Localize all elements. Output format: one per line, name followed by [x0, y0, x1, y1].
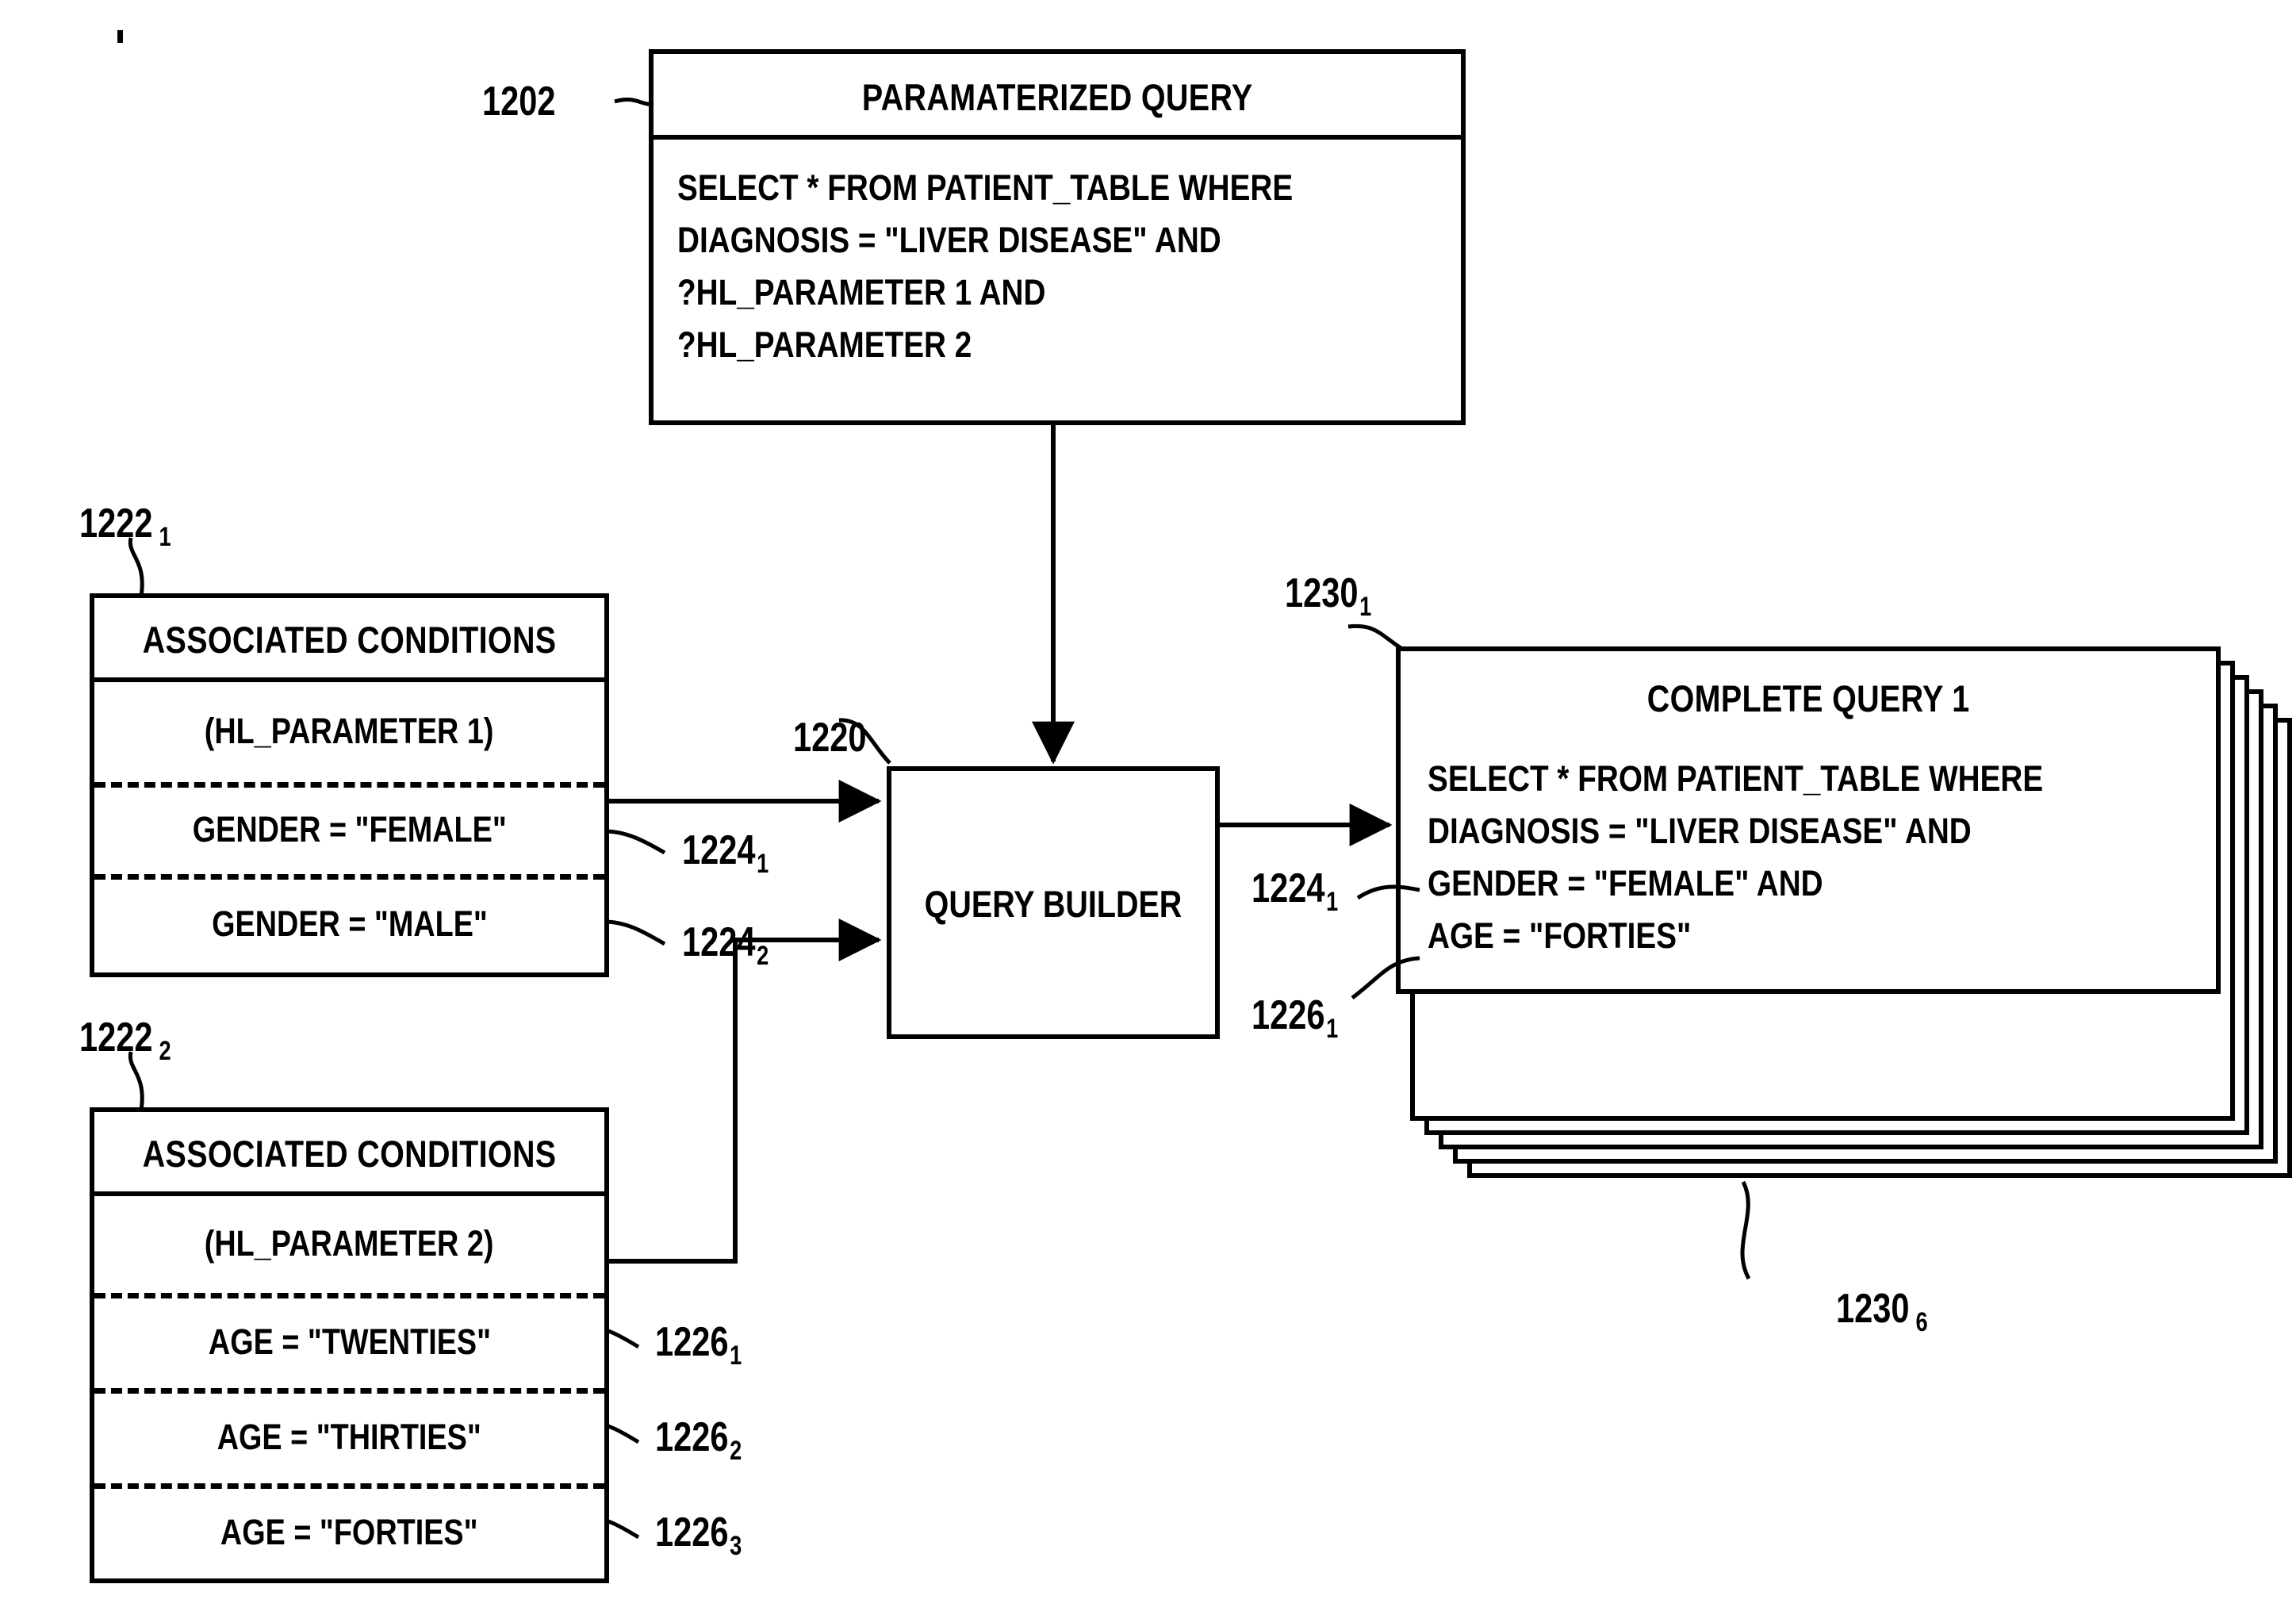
ref-1226-1-left-subscript: 1 — [730, 1341, 742, 1371]
ref-1230-1-number: 1230 — [1285, 570, 1359, 616]
ref-label-1230-1: 12301 — [1285, 570, 1371, 623]
complete-query-line-1: SELECT * FROM PATIENT_TABLE WHERE — [1428, 758, 2044, 799]
ref-1224-2-left-number: 1224 — [682, 919, 756, 965]
conditions-1-parameter: (HL_PARAMETER 1) — [205, 711, 494, 751]
ref-1226-1-left-number: 1226 — [655, 1319, 729, 1365]
conditions-2-row-2: AGE = "THIRTIES" — [94, 1391, 604, 1483]
ref-label-1222-1: 1222 1 — [79, 500, 171, 553]
ref-1222-2-number: 1222 — [79, 1015, 153, 1061]
ref-label-1224-1-left: 12241 — [682, 827, 769, 880]
ref-label-1230-6: 1230 6 — [1836, 1285, 1928, 1338]
ref-label-1226-2-left: 12262 — [655, 1413, 742, 1467]
parameterized-query-line-3: ?HL_PARAMETER 1 AND — [677, 272, 1046, 313]
conditions-2-row-1-text: AGE = "TWENTIES" — [208, 1321, 491, 1362]
complete-query-line-4: AGE = "FORTIES" — [1428, 915, 1692, 956]
ref-label-1224-2-left: 12242 — [682, 919, 769, 972]
leader-line-1224-1-left — [604, 829, 666, 855]
ref-1226-1-right-subscript: 1 — [1326, 1014, 1339, 1045]
complete-query-title-cell: COMPLETE QUERY 1 — [1401, 664, 2216, 732]
scan-speck — [117, 30, 123, 43]
parameterized-query-divider — [654, 135, 1461, 140]
ref-1224-1-left-subscript: 1 — [757, 849, 769, 880]
conditions-1-row-2: GENDER = "MALE" — [94, 877, 604, 971]
leader-line-1230-6 — [1740, 1180, 1751, 1280]
parameterized-query-line-4: ?HL_PARAMETER 2 — [677, 324, 972, 365]
ref-1230-1-subscript: 1 — [1359, 592, 1372, 623]
complete-query-line-2: DIAGNOSIS = "LIVER DISEASE" AND — [1428, 811, 1972, 851]
ref-label-1226-1-left: 12261 — [655, 1318, 742, 1371]
parameterized-query-body: SELECT * FROM PATIENT_TABLE WHERE DIAGNO… — [677, 162, 1293, 371]
complete-query-title: COMPLETE QUERY 1 — [1646, 677, 1970, 719]
conditions-1-parameter-cell: (HL_PARAMETER 1) — [94, 681, 604, 782]
query-builder-label-text: QUERY BUILDER — [924, 883, 1182, 925]
ref-1226-1-right-number: 1226 — [1251, 992, 1325, 1038]
ref-1224-1-right-number: 1224 — [1251, 865, 1325, 911]
conditions-2-parameter-cell: (HL_PARAMETER 2) — [94, 1195, 604, 1293]
parameterized-query-title: PARAMATERIZED QUERY — [861, 75, 1253, 118]
conditions-2-row-3-text: AGE = "FORTIES" — [220, 1512, 478, 1552]
conditions-1-row-1: GENDER = "FEMALE" — [94, 785, 604, 874]
leader-line-1230-1 — [1347, 623, 1404, 651]
ref-1220-number: 1220 — [793, 715, 867, 761]
conditions-1-row-1-text: GENDER = "FEMALE" — [192, 809, 507, 850]
complete-query-body: SELECT * FROM PATIENT_TABLE WHERE DIAGNO… — [1428, 753, 2043, 962]
ref-1222-2-subscript: 2 — [159, 1036, 171, 1067]
ref-1226-3-left-subscript: 3 — [730, 1531, 742, 1562]
conditions-1-row-2-text: GENDER = "MALE" — [211, 903, 488, 944]
conditions-1-title-cell: ASSOCIATED CONDITIONS — [94, 601, 604, 677]
ref-label-1222-2: 1222 2 — [79, 1014, 171, 1067]
complete-query-box-front: COMPLETE QUERY 1 SELECT * FROM PATIENT_T… — [1396, 646, 2221, 994]
conditions-2-title-cell: ASSOCIATED CONDITIONS — [94, 1115, 604, 1191]
ref-1224-1-left-number: 1224 — [682, 827, 756, 873]
ref-1230-6-subscript: 6 — [1915, 1307, 1928, 1338]
ref-label-1226-3-left: 12263 — [655, 1509, 742, 1562]
associated-conditions-box-1: ASSOCIATED CONDITIONS (HL_PARAMETER 1) G… — [90, 593, 609, 977]
ref-1230-6-number: 1230 — [1836, 1286, 1910, 1332]
ref-1222-1-number: 1222 — [79, 501, 153, 547]
ref-label-1224-1-right: 12241 — [1251, 865, 1338, 918]
query-builder-label: QUERY BUILDER — [914, 882, 1194, 926]
ref-1224-2-left-subscript: 2 — [757, 941, 769, 972]
leader-line-1224-2-left — [604, 919, 666, 946]
conditions-2-title: ASSOCIATED CONDITIONS — [142, 1132, 557, 1175]
conditions-2-row-2-text: AGE = "THIRTIES" — [217, 1417, 482, 1457]
patent-figure: PARAMATERIZED QUERY SELECT * FROM PATIEN… — [0, 0, 2296, 1611]
parameterized-query-box: PARAMATERIZED QUERY SELECT * FROM PATIEN… — [649, 49, 1466, 425]
associated-conditions-box-2: ASSOCIATED CONDITIONS (HL_PARAMETER 2) A… — [90, 1107, 609, 1583]
ref-1202-number: 1202 — [482, 79, 556, 125]
ref-1224-1-right-subscript: 1 — [1326, 887, 1339, 918]
ref-label-1226-1-right: 12261 — [1251, 992, 1338, 1045]
parameterized-query-line-2: DIAGNOSIS = "LIVER DISEASE" AND — [677, 220, 1221, 260]
parameterized-query-title-cell: PARAMATERIZED QUERY — [654, 59, 1461, 135]
arrow-conditions2-to-builder — [604, 919, 882, 1264]
complete-query-line-3: GENDER = "FEMALE" AND — [1428, 863, 1823, 903]
parameterized-query-line-1: SELECT * FROM PATIENT_TABLE WHERE — [677, 167, 1294, 208]
ref-1226-3-left-number: 1226 — [655, 1509, 729, 1555]
conditions-2-parameter: (HL_PARAMETER 2) — [205, 1223, 494, 1264]
conditions-2-row-3: AGE = "FORTIES" — [94, 1486, 604, 1578]
ref-label-1202: 1202 — [482, 78, 556, 125]
conditions-1-title: ASSOCIATED CONDITIONS — [142, 618, 557, 661]
ref-1226-2-left-number: 1226 — [655, 1414, 729, 1460]
conditions-2-row-1: AGE = "TWENTIES" — [94, 1296, 604, 1388]
ref-label-1220: 1220 — [793, 714, 867, 761]
ref-1226-2-left-subscript: 2 — [730, 1436, 742, 1467]
ref-1222-1-subscript: 1 — [159, 522, 171, 553]
